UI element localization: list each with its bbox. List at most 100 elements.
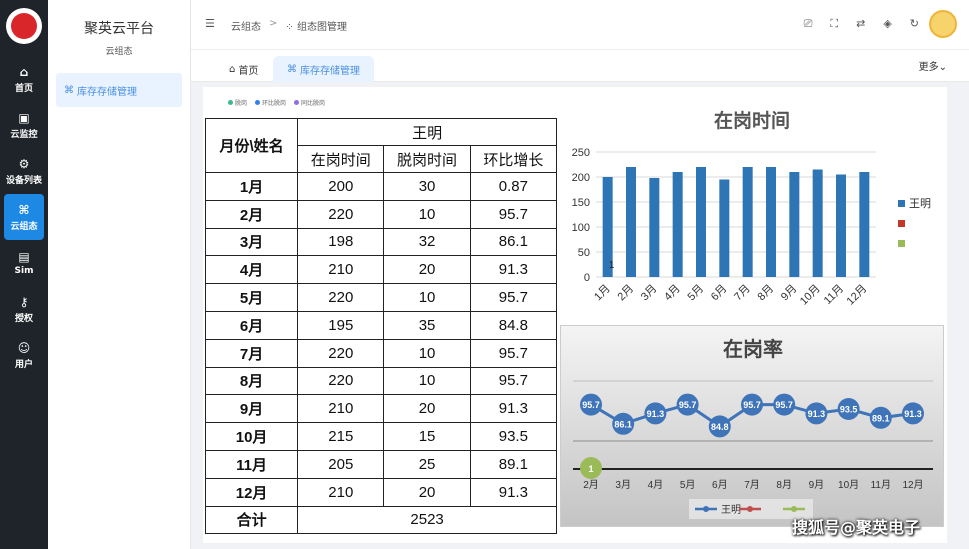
table-cell: 35 xyxy=(383,310,471,340)
home-icon: ⌂ xyxy=(229,63,236,75)
table-cell: 84.8 xyxy=(469,310,558,340)
legend-label: 同比脱岗 xyxy=(301,100,326,107)
rail-label: 用户 xyxy=(14,359,33,370)
tab-home[interactable]: ⌂ 首页 xyxy=(215,56,272,82)
legend-marker xyxy=(791,506,797,512)
rail-item-user[interactable]: ☺ 用户 xyxy=(0,332,48,378)
table-cell: 220 xyxy=(297,366,385,396)
x-tick-label: 3月 xyxy=(639,283,660,304)
translate-icon[interactable]: ⇄ xyxy=(856,17,865,31)
data-label: 91.3 xyxy=(647,409,665,419)
breadcrumb-item[interactable]: ⁘ 组态图管理 xyxy=(285,18,347,33)
rail-item-auth[interactable]: ⚷ 授权 xyxy=(0,286,48,332)
y-tick-label: 100 xyxy=(572,222,590,234)
rail-label: 授权 xyxy=(14,313,33,324)
legend-label: 环比脱岗 xyxy=(262,100,287,107)
table-cell: 93.5 xyxy=(469,422,558,451)
breadcrumb-item[interactable]: 云组态 xyxy=(231,18,261,33)
table-row: 10月 215 15 93.5 xyxy=(204,422,558,451)
table-cell: 32 xyxy=(383,227,471,257)
table-row: 7月 220 10 95.7 xyxy=(204,338,558,368)
rail-item-config[interactable]: ⌘ 云组态 xyxy=(4,194,44,240)
attendance-table: 月份\姓名 王明 在岗时间 脱岗时间 环比增长 1月 200 30 0.87 2月 220… xyxy=(204,118,558,535)
legend-swatch xyxy=(898,200,905,207)
table-cell: 200 xyxy=(297,172,385,201)
table-row: 9月 210 20 91.3 xyxy=(204,394,558,424)
bar xyxy=(742,167,753,277)
table-cell: 89.1 xyxy=(469,449,558,479)
rail-item-monitor[interactable]: ▣ 云监控 xyxy=(0,102,48,148)
config-icon: ⌘ xyxy=(64,84,74,96)
tab-label: 首页 xyxy=(238,65,259,77)
table-cell: 0.87 xyxy=(469,172,558,201)
month-cell: 11月 xyxy=(204,449,299,479)
data-label: 91.3 xyxy=(808,409,826,419)
table-cell: 198 xyxy=(297,227,385,257)
monitor-icon[interactable]: ⎚ xyxy=(804,17,813,31)
data-label: 95.7 xyxy=(775,400,793,410)
table-person-header: 王明 xyxy=(297,118,557,146)
rail-item-sim[interactable]: ▤ Sim xyxy=(0,240,48,286)
app-logo[interactable] xyxy=(6,8,42,44)
x-tick-label: 8月 xyxy=(756,283,777,304)
y-tick-label: 150 xyxy=(572,197,590,209)
data-label: 89.1 xyxy=(872,413,890,423)
settings-icon: ⚙ xyxy=(18,156,30,171)
table-cell: 220 xyxy=(297,338,385,368)
rail-label: 设备列表 xyxy=(5,175,42,186)
tab-inventory[interactable]: ⌘ 库存存储管理 xyxy=(273,56,374,82)
month-cell: 12月 xyxy=(204,477,299,507)
x-tick-label: 9月 xyxy=(779,283,800,304)
chart-title: 在岗时间 xyxy=(714,109,790,132)
table-total-row: 合计 2523 xyxy=(204,505,557,535)
home-icon: ⌂ xyxy=(19,64,29,79)
section-subtitle: 云组态 xyxy=(105,47,133,57)
chart-title: 在岗率 xyxy=(723,337,783,361)
key-icon: ⚷ xyxy=(19,294,29,309)
config-icon: ⌘ xyxy=(287,63,297,75)
table-row: 3月 198 32 86.1 xyxy=(204,227,558,257)
table-cell: 210 xyxy=(297,255,385,285)
x-tick-label: 2月 xyxy=(583,479,599,491)
collapse-menu-icon[interactable]: ☰ xyxy=(205,17,215,30)
y-tick-label: 0 xyxy=(584,272,590,284)
table-cell: 195 xyxy=(297,310,385,340)
tab-bar: ⌂ 首页 ⌘ 库存存储管理 更多⌄ xyxy=(191,50,969,82)
month-cell: 5月 xyxy=(204,283,299,312)
breadcrumb: 云组态 > ⁘ 组态图管理 xyxy=(231,18,347,33)
bar-chart: 在岗时间 0 50 100 150 200 250 1月 2月 3月 4月 5月 6月 7月 8月 9月10月… xyxy=(572,109,931,308)
grid-icon: ⁘ xyxy=(285,22,297,33)
bar xyxy=(649,178,660,277)
data-label: 1 xyxy=(588,464,593,474)
refresh-icon[interactable]: ↻ xyxy=(910,17,919,31)
platform-title: 聚英云平台 xyxy=(84,21,154,37)
user-icon: ☺ xyxy=(17,340,31,355)
table-row: 1月 200 30 0.87 xyxy=(204,172,558,201)
legend-item: 同比脱岗 xyxy=(294,98,325,107)
menu-item-inventory[interactable]: ⌘ 库存存储管理 xyxy=(56,73,182,107)
bar xyxy=(766,167,776,277)
more-tabs-button[interactable]: 更多⌄ xyxy=(919,58,947,73)
x-tick-label: 5月 xyxy=(686,283,707,304)
rail-item-devices[interactable]: ⚙ 设备列表 xyxy=(0,148,48,194)
month-cell: 1月 xyxy=(204,172,299,201)
y-tick-label: 200 xyxy=(572,172,590,184)
legend-marker xyxy=(747,506,753,512)
fullscreen-icon[interactable]: ⛶ xyxy=(830,17,838,31)
rail-item-home[interactable]: ⌂ 首页 xyxy=(0,56,48,102)
table-cell: 10 xyxy=(383,283,471,312)
table-cell: 210 xyxy=(297,477,385,507)
x-tick-label: 12月 xyxy=(845,283,870,308)
x-tick-label: 3月 xyxy=(615,479,631,491)
legend-marker xyxy=(703,506,709,512)
data-label: 91.3 xyxy=(904,409,922,419)
theme-icon[interactable]: ◈ xyxy=(883,17,891,31)
bar xyxy=(696,167,706,277)
month-cell: 3月 xyxy=(204,227,299,257)
legend-label: 王明 xyxy=(721,504,741,516)
top-bar: ☰ 云组态 > ⁘ 组态图管理 ⎚ ⛶ ⇄ ◈ ↻ xyxy=(191,0,969,50)
x-tick-label: 8月 xyxy=(776,479,792,491)
table-cell: 30 xyxy=(383,172,471,201)
avatar[interactable] xyxy=(929,10,957,38)
month-cell: 6月 xyxy=(204,310,299,340)
